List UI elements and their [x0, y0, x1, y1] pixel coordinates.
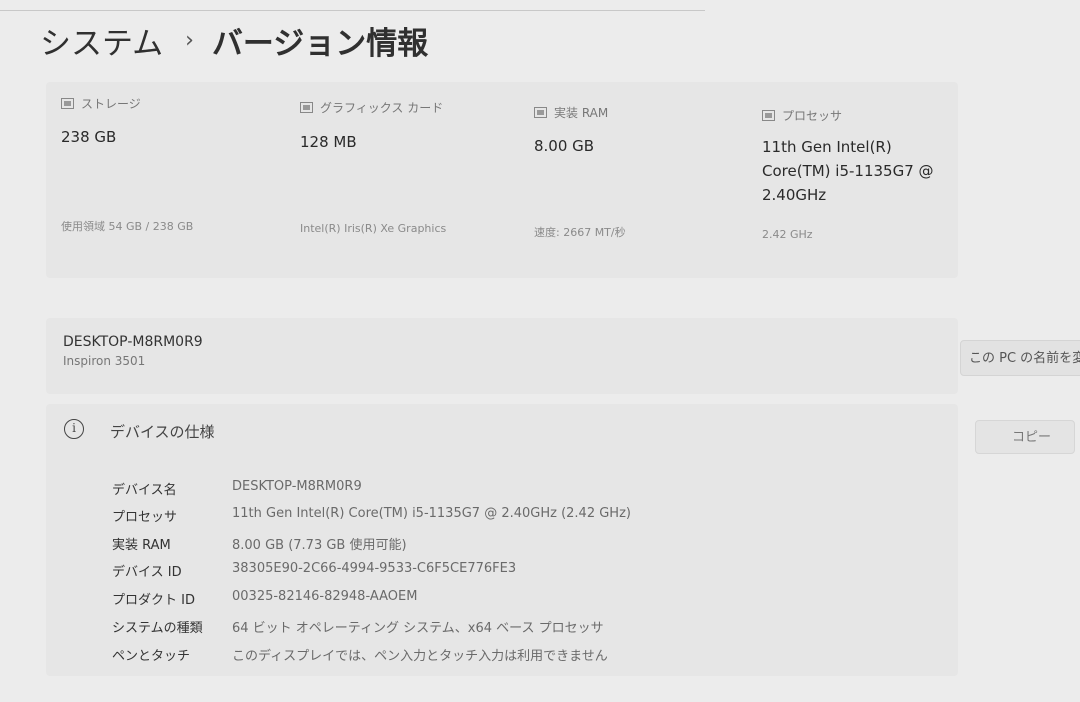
spec-processor: プロセッサ 11th Gen Intel(R) Core(TM) i5-1135…: [762, 82, 992, 278]
spec-label: ストレージ: [81, 97, 141, 111]
spec-value: このディスプレイでは、ペン入力とタッチ入力は利用できません: [232, 649, 608, 664]
spec-sub: 2.42 GHz: [762, 228, 813, 241]
spec-key: 実装 RAM: [112, 538, 171, 553]
spec-value: DESKTOP-M8RM0R9: [232, 479, 362, 494]
spec-row: デバイス名 DESKTOP-M8RM0R9: [112, 479, 972, 503]
spec-sub: 速度: 2667 MT/秒: [534, 226, 626, 239]
top-divider: [0, 10, 705, 11]
spec-storage: ストレージ 238 GB 使用領域 54 GB / 238 GB: [61, 82, 291, 278]
storage-icon: [61, 98, 74, 109]
spec-key: プロダクト ID: [112, 593, 195, 608]
spec-key: プロセッサ: [112, 510, 178, 525]
spec-ram: 実装 RAM 8.00 GB 速度: 2667 MT/秒: [534, 82, 764, 278]
spec-value: 8.00 GB: [534, 137, 595, 155]
breadcrumb-parent[interactable]: システム: [40, 18, 163, 63]
breadcrumb: システム › バージョン情報: [40, 18, 428, 63]
spec-row: プロセッサ 11th Gen Intel(R) Core(TM) i5-1135G…: [112, 506, 972, 530]
spec-value: 00325-82146-82948-AAOEM: [232, 589, 418, 604]
spec-sub: 使用領域 54 GB / 238 GB: [61, 220, 194, 233]
spec-row: システムの種類 64 ビット オペレーティング システム、x64 ベース プロセッ…: [112, 617, 972, 641]
info-icon: i: [64, 419, 84, 439]
spec-row: ペンとタッチ このディスプレイでは、ペン入力とタッチ入力は利用できません: [112, 645, 972, 669]
spec-sub: Intel(R) Iris(R) Xe Graphics: [300, 222, 447, 235]
spec-label: 実装 RAM: [554, 106, 609, 120]
graphics-card-icon: [300, 102, 313, 113]
spec-value: 8.00 GB (7.73 GB 使用可能): [232, 538, 407, 553]
device-model: Inspiron 3501: [63, 354, 146, 368]
spec-value: 64 ビット オペレーティング システム、x64 ベース プロセッサ: [232, 621, 604, 636]
ram-icon: [534, 107, 547, 118]
spec-value: 128 MB: [300, 133, 357, 151]
spec-label: プロセッサ: [782, 109, 843, 123]
copy-button[interactable]: コピー: [975, 420, 1075, 454]
spec-key: デバイス名: [112, 483, 177, 498]
spec-row: 実装 RAM 8.00 GB (7.73 GB 使用可能): [112, 534, 972, 558]
spec-value: 238 GB: [61, 128, 117, 146]
spec-row: プロダクト ID 00325-82146-82948-AAOEM: [112, 589, 972, 613]
device-name-card: DESKTOP-M8RM0R9 Inspiron 3501: [46, 318, 958, 394]
spec-value: 11th Gen Intel(R) Core(TM) i5-1135G7 @ 2…: [232, 506, 631, 521]
spec-graphics: グラフィックス カード 128 MB Intel(R) Iris(R) Xe G…: [300, 82, 530, 278]
spec-key: システムの種類: [112, 621, 203, 636]
spec-label: グラフィックス カード: [320, 101, 444, 115]
spec-value: 11th Gen Intel(R) Core(TM) i5-1135G7 @ 2…: [762, 138, 934, 204]
section-title[interactable]: デバイスの仕様: [110, 421, 215, 442]
spec-row: デバイス ID 38305E90-2C66-4994-9533-C6F5CE776…: [112, 561, 972, 585]
spec-key: ペンとタッチ: [112, 649, 191, 664]
page-title: バージョン情報: [211, 26, 429, 62]
spec-summary-card: ストレージ 238 GB 使用領域 54 GB / 238 GB グラフィックス…: [46, 82, 958, 278]
breadcrumb-separator: ›: [185, 28, 194, 53]
spec-value: 38305E90-2C66-4994-9533-C6F5CE776FE3: [232, 561, 517, 576]
rename-pc-button[interactable]: この PC の名前を変: [960, 340, 1080, 376]
device-name: DESKTOP-M8RM0R9: [63, 334, 203, 350]
spec-key: デバイス ID: [112, 565, 182, 580]
processor-icon: [762, 110, 775, 121]
